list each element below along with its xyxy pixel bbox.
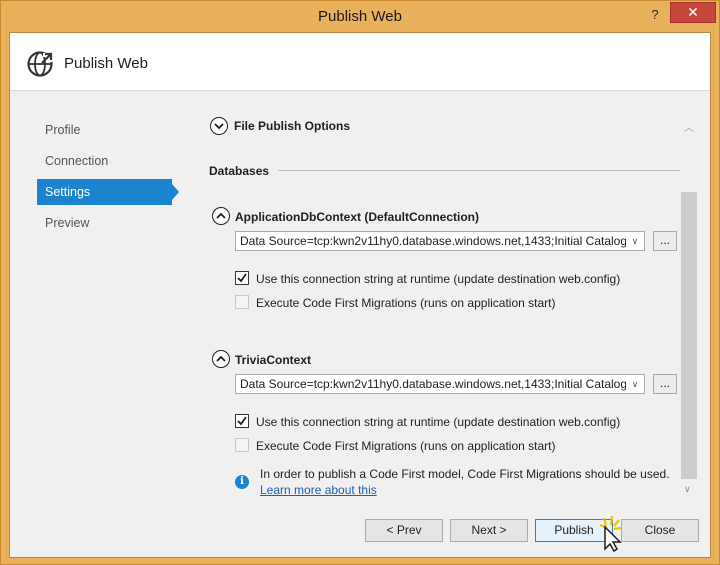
prev-button[interactable]: < Prev [365,519,443,542]
scrollbar-thumb[interactable] [681,192,697,479]
nav-item-profile[interactable]: Profile [37,117,172,143]
window-title: Publish Web [318,8,402,25]
chevron-down-icon [214,123,224,130]
checkmark-icon [237,416,247,426]
use-runtime-label: Use this connection string at runtime (u… [256,272,621,286]
chevron-down-icon[interactable]: ∨ [626,232,644,250]
help-button[interactable]: ? [644,5,666,25]
mouse-pointer-icon [599,516,622,552]
connection-string-combo[interactable]: Data Source=tcp:kwn2v11hy0.database.wind… [235,374,645,394]
use-runtime-checkbox[interactable] [235,271,249,285]
nav-item-settings[interactable]: Settings [37,179,172,205]
close-button[interactable]: Close [621,519,699,542]
nav-item-preview[interactable]: Preview [37,210,172,236]
checkmark-icon [237,273,247,283]
info-icon: i [235,475,249,489]
publish-web-window: Publish Web ? ✕ Publish Web Profile Conn… [0,0,720,565]
connection-string-value: Data Source=tcp:kwn2v11hy0.database.wind… [240,234,635,248]
expand-file-publish-options-button[interactable] [210,117,228,135]
window-close-button[interactable]: ✕ [670,2,716,23]
chevron-up-icon [216,212,226,219]
context-name: ApplicationDbContext (DefaultConnection) [235,210,479,224]
chevron-up-icon: ︿ [684,123,694,134]
chevron-down-icon[interactable]: ∨ [626,375,644,393]
migrations-checkbox[interactable] [235,295,249,309]
nav-item-connection[interactable]: Connection [37,148,172,174]
nav-active-arrow [172,184,179,200]
next-button[interactable]: Next > [450,519,528,542]
browse-connection-button[interactable]: ... [653,231,677,251]
dialog-client: Publish Web Profile Connection Settings … [9,32,711,558]
globe-publish-icon [27,51,53,77]
file-publish-options-title[interactable]: File Publish Options [234,119,350,133]
wizard-nav: Profile Connection Settings Preview [10,91,190,557]
context-name: TriviaContext [235,353,312,367]
connection-string-value: Data Source=tcp:kwn2v11hy0.database.wind… [240,377,635,391]
connection-string-combo[interactable]: Data Source=tcp:kwn2v11hy0.database.wind… [235,231,645,251]
databases-divider [278,170,680,171]
learn-more-link[interactable]: Learn more about this [260,483,377,497]
info-message: In order to publish a Code First model, … [260,467,670,481]
use-runtime-label: Use this connection string at runtime (u… [256,415,621,429]
dialog-header: Publish Web [10,33,710,91]
databases-heading: Databases [209,164,270,178]
use-runtime-checkbox[interactable] [235,414,249,428]
dialog-body: Profile Connection Settings Preview File… [10,91,710,557]
scroll-down-icon[interactable]: ∨ [684,484,691,495]
collapse-appdbcontext-button[interactable] [212,207,230,225]
title-bar[interactable]: Publish Web ? ✕ [1,1,719,32]
collapse-triviacontext-button[interactable] [212,350,230,368]
migrations-label: Execute Code First Migrations (runs on a… [256,296,556,310]
content-scrollbar[interactable] [680,192,698,479]
migrations-checkbox[interactable] [235,438,249,452]
chevron-up-icon [216,355,226,362]
migrations-label: Execute Code First Migrations (runs on a… [256,439,556,453]
header-title: Publish Web [64,55,148,72]
browse-connection-button[interactable]: ... [653,374,677,394]
